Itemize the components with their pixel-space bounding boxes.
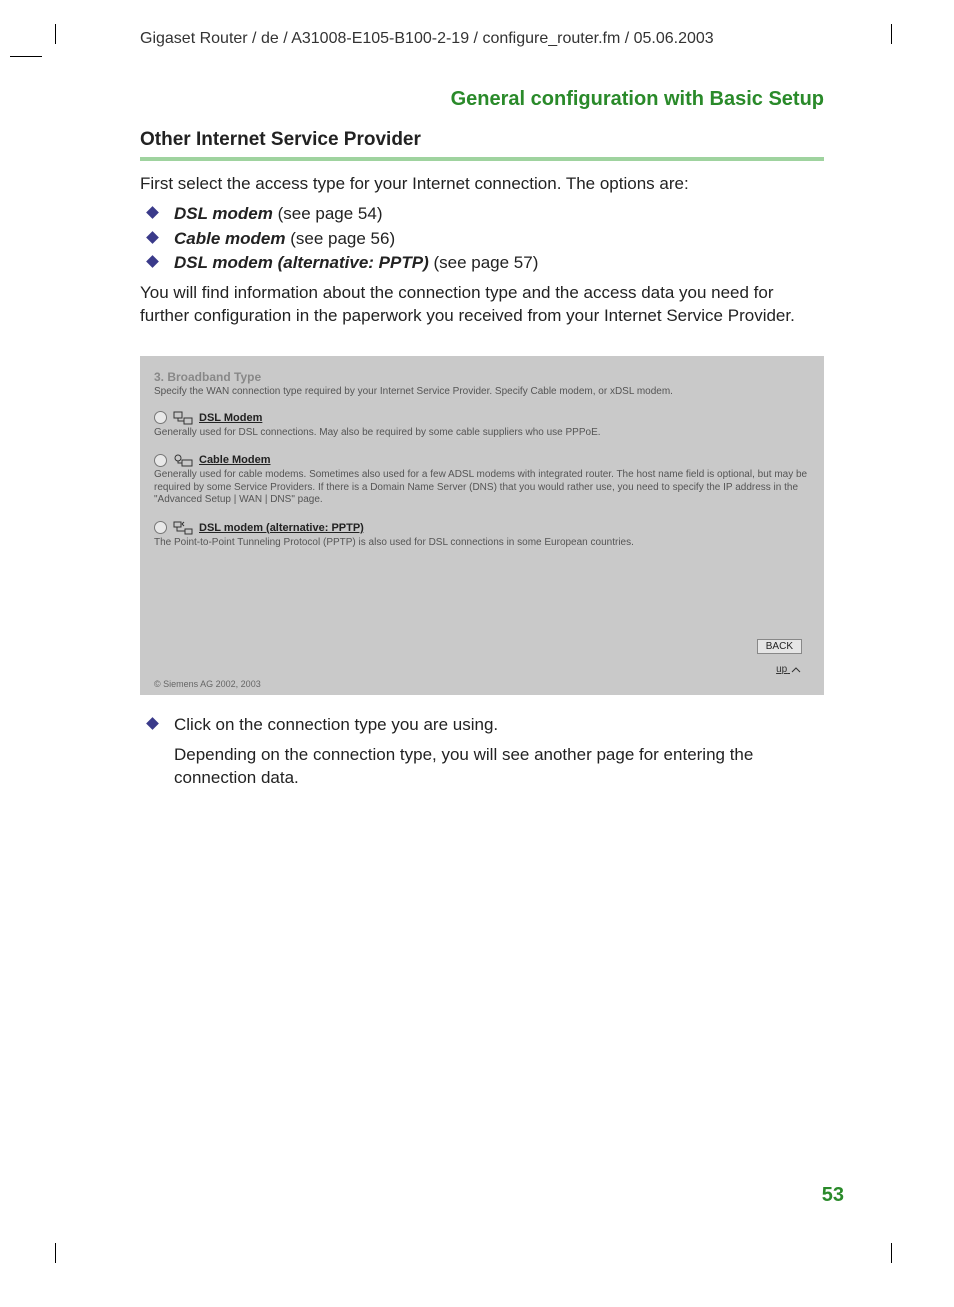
up-link[interactable]: up (154, 664, 810, 675)
radio-icon[interactable] (154, 521, 167, 534)
broadband-type-panel: 3. Broadband Type Specify the WAN connec… (140, 356, 824, 696)
crop-mark (55, 1243, 56, 1263)
option-suffix: (see page 56) (285, 229, 395, 248)
option-label: Cable Modem (199, 454, 271, 466)
crop-mark (55, 24, 56, 44)
dsl-modem-icon (173, 411, 193, 425)
list-item: Click on the connection type you are usi… (140, 713, 824, 738)
radio-icon[interactable] (154, 454, 167, 467)
sub-heading: Other Internet Service Provider (140, 129, 824, 151)
document-path: Gigaset Router / de / A31008-E105-B100-2… (140, 30, 864, 48)
crop-mark (10, 56, 42, 57)
list-item: DSL modem (alternative: PPTP) (see page … (140, 251, 824, 276)
panel-title: 3. Broadband Type (154, 370, 810, 384)
list-item: DSL modem (see page 54) (140, 202, 824, 227)
option-cable-modem[interactable]: Cable Modem (154, 453, 810, 467)
page-number: 53 (822, 1184, 844, 1207)
option-label: Cable modem (174, 229, 285, 248)
option-label: DSL Modem (199, 412, 262, 424)
cable-modem-icon (173, 453, 193, 467)
option-suffix: (see page 57) (429, 253, 539, 272)
list-item: Cable modem (see page 56) (140, 227, 824, 252)
radio-icon[interactable] (154, 411, 167, 424)
note-text: You will find information about the conn… (140, 282, 824, 328)
options-list: DSL modem (see page 54) Cable modem (see… (140, 202, 824, 276)
intro-text: First select the access type for your In… (140, 173, 824, 196)
back-button[interactable]: BACK (757, 639, 802, 654)
crop-mark (891, 24, 892, 44)
crop-mark (891, 1243, 892, 1263)
option-suffix: (see page 54) (273, 204, 383, 223)
divider (140, 157, 824, 161)
panel-desc: Specify the WAN connection type required… (154, 386, 810, 397)
instruction-sub-text: Depending on the connection type, you wi… (174, 744, 824, 790)
option-desc: The Point-to-Point Tunneling Protocol (P… (154, 537, 810, 550)
section-title: General configuration with Basic Setup (90, 88, 864, 111)
option-label: DSL modem (alternative: PPTP) (199, 522, 364, 534)
copyright-text: © Siemens AG 2002, 2003 (154, 679, 810, 689)
option-label: DSL modem (174, 204, 273, 223)
instruction-text: Click on the connection type you are usi… (174, 715, 498, 734)
pptp-modem-icon (173, 521, 193, 535)
option-dsl-modem[interactable]: DSL Modem (154, 411, 810, 425)
option-label: DSL modem (alternative: PPTP) (174, 253, 429, 272)
option-desc: Generally used for cable modems. Sometim… (154, 469, 810, 507)
option-desc: Generally used for DSL connections. May … (154, 427, 810, 440)
instruction-list: Click on the connection type you are usi… (140, 713, 824, 738)
option-dsl-pptp[interactable]: DSL modem (alternative: PPTP) (154, 521, 810, 535)
